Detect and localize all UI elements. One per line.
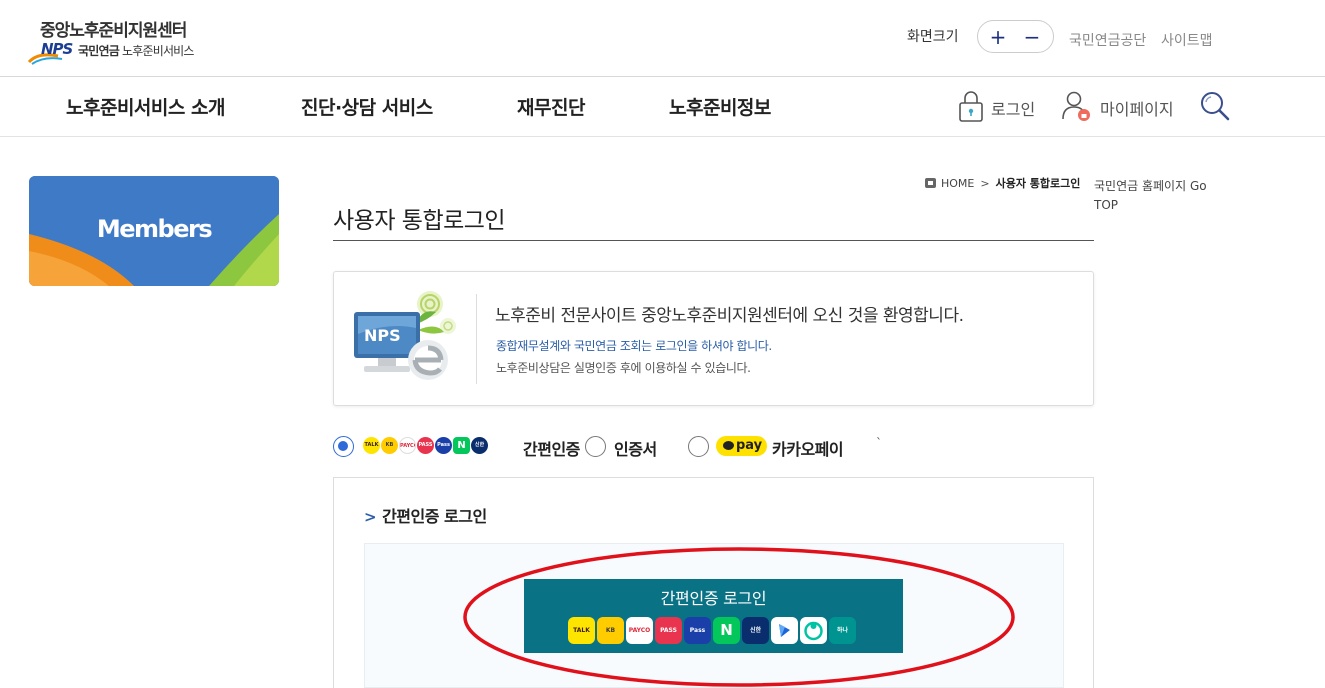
simple-auth-body: 간편인증 로그인 TALK KB PAYCO PASS Pass N 신한 하나 [364,543,1064,688]
welcome-box: NPS 노후준비 전문사이트 중앙노후준비지원센터에 오신 것을 환영합니다. … [333,271,1094,406]
radio-certificate[interactable] [585,436,606,457]
login-method-selector: TALK KB PAYCO PASS Pass N 신한 간편인증 인증서 pa… [333,434,933,460]
home-icon [925,178,936,188]
page-title: 사용자 통합로그인 [333,208,506,234]
zoom-label: 화면크기 [907,29,959,45]
user-icon [1062,91,1090,121]
welcome-divider [476,294,477,384]
title-divider [333,240,1094,241]
naver-icon: N [453,437,470,454]
chevron-right-icon: > [364,508,377,526]
main-nav: 노후준비서비스 소개 진단·상담 서비스 재무진단 노후준비정보 로그인 마이페… [0,77,1325,137]
kb-icon: KB [597,617,624,644]
banksalad-icon [800,617,827,644]
welcome-note-login: 종합재무설계와 국민연금 조회는 로그인을 하셔야 합니다. [496,339,772,353]
shinhan-icon: 신한 [742,617,769,644]
stray-mark: ` [876,436,882,450]
mypage-label: 마이페이지 [1100,100,1174,119]
illustration-label: NPS [364,326,401,345]
radio-simple-auth[interactable] [333,436,354,457]
kb-icon: KB [381,437,398,454]
zoom-in-button[interactable]: + [986,25,1010,49]
simple-auth-heading-text: 간편인증 로그인 [382,507,487,526]
samsung-pass-icon: Pass [684,617,711,644]
members-banner: Members [29,176,279,286]
toss-icon [771,617,798,644]
breadcrumb-separator: > [980,177,990,190]
payco-icon: PAYCO [399,437,416,454]
payco-icon: PAYCO [626,617,653,644]
simple-auth-label[interactable]: 간편인증 [523,436,580,460]
nav-item-service-intro[interactable]: 노후준비서비스 소개 [66,93,225,120]
login-link[interactable]: 로그인 [957,87,1039,127]
banner-title: Members [96,215,213,243]
nps-link[interactable]: 국민연금공단 [1069,30,1146,50]
go-links[interactable]: 국민연금 홈페이지 Go TOP [1094,177,1224,215]
kakaopay-icon: pay [716,436,767,456]
radio-kakaopay[interactable] [688,436,709,457]
lock-icon [959,91,983,122]
kakaopay-label[interactable]: 카카오페이 [772,436,844,460]
simple-auth-login-button[interactable]: 간편인증 로그인 TALK KB PAYCO PASS Pass N 신한 하나 [524,579,903,653]
nav-item-financial-diagnosis[interactable]: 재무진단 [517,93,585,120]
welcome-message: 노후준비 전문사이트 중앙노후준비지원센터에 오신 것을 환영합니다. [495,306,964,326]
breadcrumb-home[interactable]: HOME [941,177,974,190]
hana-icon: 하나 [829,617,856,644]
nav-item-retirement-info[interactable]: 노후준비정보 [669,93,771,120]
simple-auth-panel: > 간편인증 로그인 간편인증 로그인 TALK KB PAYCO PASS Pass N 신… [333,477,1094,688]
naver-icon: N [713,617,740,644]
pass-icon: PASS [417,437,434,454]
kakao-talk-icon: TALK [568,617,595,644]
zoom-control: + − [977,20,1054,53]
sitemap-link[interactable]: 사이트맵 [1161,30,1213,50]
logo-brand: NPS [41,40,73,58]
certificate-label[interactable]: 인증서 [614,436,657,460]
search-icon[interactable] [1199,90,1231,122]
mypage-link[interactable]: 마이페이지 [1060,87,1175,127]
shinhan-icon: 신한 [471,437,488,454]
pass-icon: PASS [655,617,682,644]
zoom-out-button[interactable]: − [1020,25,1044,49]
kakao-bubble-icon [723,441,734,450]
logo-subtitle: 국민연금 노후준비서비스 [78,44,194,58]
simple-auth-heading: > 간편인증 로그인 [364,503,487,527]
nav-item-diagnosis-counsel[interactable]: 진단·상담 서비스 [301,93,433,120]
site-logo[interactable]: 중앙노후준비지원센터 NPS 국민연금 노후준비서비스 [28,16,228,66]
top-bar: 중앙노후준비지원센터 NPS 국민연금 노후준비서비스 화면크기 + − 국민연… [0,0,1325,77]
kakao-talk-icon: TALK [363,437,380,454]
simple-auth-login-button-label: 간편인증 로그인 [660,589,767,608]
breadcrumb: HOME > 사용자 통합로그인 [925,175,1080,191]
breadcrumb-current: 사용자 통합로그인 [995,177,1081,190]
login-label: 로그인 [991,100,1036,119]
welcome-note-verification: 노후준비상담은 실명인증 후에 이용하실 수 있습니다. [496,361,751,375]
logo-title: 중앙노후준비지원센터 [40,21,187,41]
samsung-pass-icon: Pass [435,437,452,454]
nps-computer-illustration: NPS [354,291,456,380]
